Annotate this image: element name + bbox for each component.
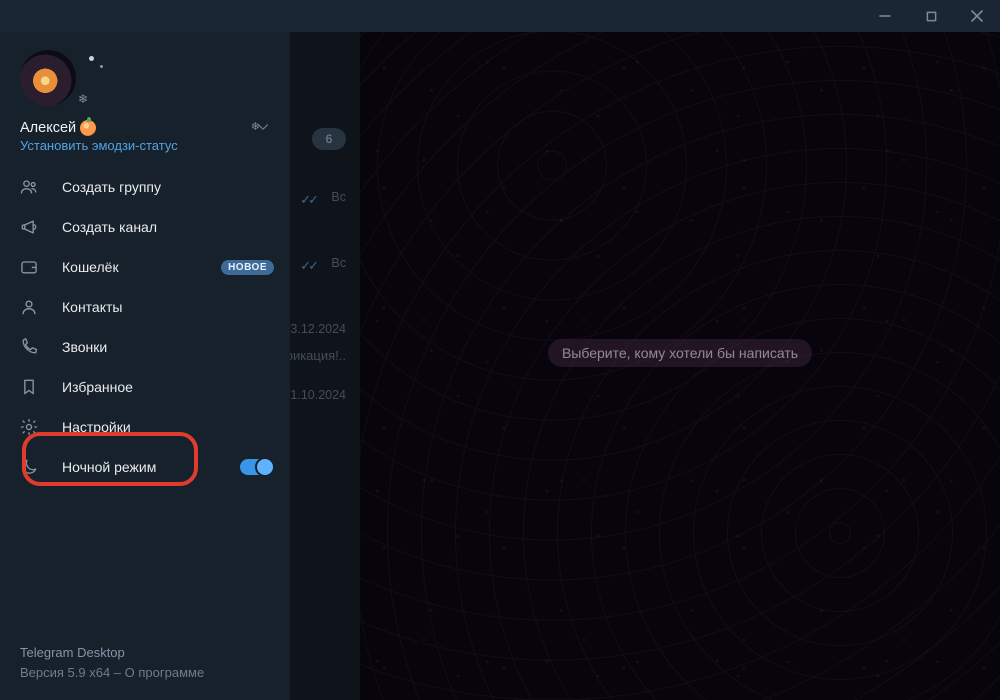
account-expand-button[interactable] <box>254 118 272 141</box>
main-menu-drawer: ❄ Алексей Установить эмодзи-статус ❄ Соз… <box>0 32 290 700</box>
megaphone-icon <box>18 217 40 237</box>
menu-create-group[interactable]: Создать группу <box>0 167 290 207</box>
menu-label: Звонки <box>62 339 107 355</box>
menu-contacts[interactable]: Контакты <box>0 287 290 327</box>
menu-label: Контакты <box>62 299 122 315</box>
menu-night-mode[interactable]: Ночной режим <box>0 447 290 487</box>
user-avatar[interactable] <box>20 50 76 106</box>
drawer-footer: Telegram Desktop Версия 5.9 x64 – О прог… <box>0 643 290 700</box>
window-close-button[interactable] <box>954 0 1000 32</box>
menu-label: Создать группу <box>62 179 161 195</box>
menu-saved-messages[interactable]: Избранное <box>0 367 290 407</box>
version-label[interactable]: Версия 5.9 x64 – О программе <box>20 663 270 683</box>
menu-create-channel[interactable]: Создать канал <box>0 207 290 247</box>
menu-calls[interactable]: Звонки <box>0 327 290 367</box>
moon-icon <box>18 457 40 477</box>
user-name: Алексей <box>20 120 270 136</box>
menu-settings[interactable]: Настройки <box>0 407 290 447</box>
menu-label: Настройки <box>62 419 131 435</box>
menu-label: Избранное <box>62 379 133 395</box>
app-name-label: Telegram Desktop <box>20 643 270 663</box>
menu-label: Ночной режим <box>62 459 156 475</box>
window-maximize-button[interactable] <box>908 0 954 32</box>
menu-wallet[interactable]: Кошелёк НОВОЕ <box>0 247 290 287</box>
window-titlebar <box>0 0 1000 32</box>
bookmark-icon <box>18 377 40 397</box>
gear-icon <box>18 417 40 437</box>
menu-label: Создать канал <box>62 219 157 235</box>
window-minimize-button[interactable] <box>862 0 908 32</box>
snowflake-icon: ❄ <box>78 92 88 106</box>
menu-label: Кошелёк <box>62 259 119 275</box>
set-emoji-status-link[interactable]: Установить эмодзи-статус <box>20 138 270 153</box>
new-badge: НОВОЕ <box>221 260 274 275</box>
peach-emoji-icon <box>80 120 96 136</box>
user-name-text: Алексей <box>20 120 76 136</box>
phone-icon <box>18 337 40 357</box>
user-icon <box>18 297 40 317</box>
night-mode-toggle[interactable] <box>240 459 274 475</box>
drawer-menu: Создать группу Создать канал Кошелёк НОВ… <box>0 163 290 487</box>
group-icon <box>18 177 40 197</box>
drawer-header: ❄ Алексей Установить эмодзи-статус ❄ <box>0 32 290 163</box>
wallet-icon <box>18 257 40 277</box>
